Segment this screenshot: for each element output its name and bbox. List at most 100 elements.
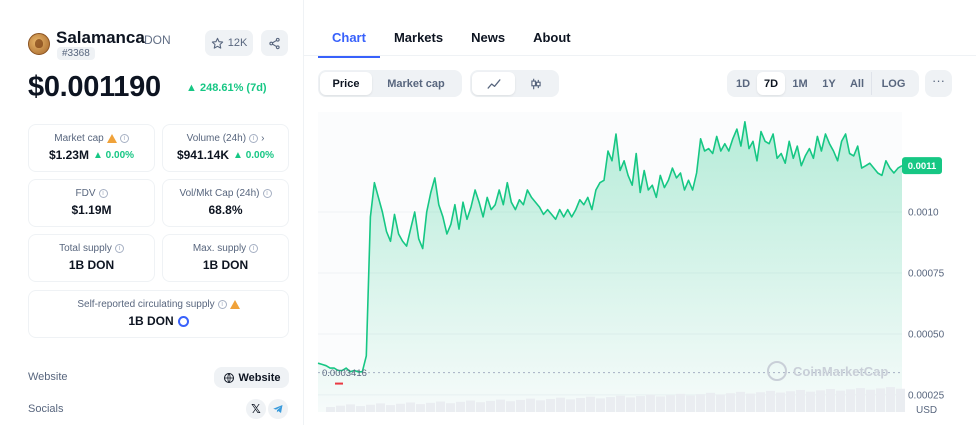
- star-icon: [211, 37, 223, 49]
- current-price: $0.001190: [28, 71, 161, 103]
- volume-bar: [796, 389, 805, 412]
- volume-bar: [786, 391, 795, 412]
- volume-bar: [436, 401, 445, 412]
- info-icon[interactable]: i: [98, 189, 108, 198]
- info-icon[interactable]: i: [114, 244, 124, 253]
- website-button-label: Website: [238, 371, 281, 384]
- info-icon[interactable]: i: [262, 189, 272, 198]
- volume-bar: [406, 402, 415, 412]
- circulating-supply-value: 1B DON: [128, 314, 174, 328]
- share-button[interactable]: [261, 30, 288, 56]
- volume-bar: [396, 403, 405, 412]
- volume-bar: [676, 393, 685, 412]
- volume-bar: [896, 388, 905, 412]
- volume-bar: [576, 398, 585, 412]
- volume-bar: [876, 388, 885, 412]
- total-supply-value: 1B DON: [68, 258, 115, 272]
- volume-bar: [686, 395, 695, 412]
- socials-label: Socials: [28, 403, 64, 415]
- time-range-selector: 1D 7D 1M 1Y All LOG: [727, 70, 919, 97]
- market-cap-value: $1.23M: [48, 148, 89, 162]
- volume-card[interactable]: Volume (24h) i › $941.14K ▲ 0.00%: [162, 124, 289, 172]
- range-7d[interactable]: 7D: [757, 72, 785, 95]
- volume-bar: [346, 404, 355, 412]
- max-supply-value: 1B DON: [202, 258, 249, 272]
- volume-label: Volume (24h): [186, 133, 247, 144]
- line-chart-icon[interactable]: [472, 72, 515, 95]
- circulating-supply-label: Self-reported circulating supply: [77, 299, 215, 310]
- range-1d[interactable]: 1D: [729, 72, 757, 95]
- log-scale-toggle[interactable]: LOG: [871, 72, 915, 95]
- website-button[interactable]: Website: [214, 367, 289, 388]
- volume-bar: [726, 393, 735, 412]
- vol-mkt-cap-card: Vol/Mkt Cap (24h) i 68.8%: [162, 179, 289, 227]
- volume-bar: [376, 403, 385, 412]
- tab-markets[interactable]: Markets: [380, 30, 457, 56]
- volume-value: $941.14K: [176, 148, 229, 162]
- svg-text:0.0011: 0.0011: [908, 161, 937, 172]
- volume-bar: [486, 400, 495, 412]
- x-twitter-icon[interactable]: 𝕏: [246, 399, 266, 419]
- more-options-button[interactable]: ···: [925, 70, 952, 97]
- market-cap-card: Market cap i $1.23M ▲ 0.00%: [28, 124, 155, 172]
- volume-bar: [356, 406, 365, 412]
- price-toggle[interactable]: Price: [320, 72, 372, 95]
- volume-bar: [466, 400, 475, 412]
- share-icon: [269, 37, 280, 49]
- market-cap-toggle[interactable]: Market cap: [372, 72, 460, 95]
- volume-bar: [846, 389, 855, 412]
- max-supply-label: Max. supply: [192, 243, 247, 254]
- volume-bar: [596, 398, 605, 412]
- progress-ring-icon: [177, 315, 189, 327]
- ellipsis-icon: ···: [932, 73, 945, 88]
- fdv-card: FDV i $1.19M: [28, 179, 155, 227]
- volume-bar: [776, 392, 785, 412]
- volume-bar: [856, 388, 865, 412]
- max-supply-card: Max. supply i 1B DON: [162, 234, 289, 282]
- tab-news[interactable]: News: [457, 30, 519, 56]
- volume-bar: [826, 389, 835, 412]
- volume-bar: [326, 407, 335, 412]
- chart-metric-toggle: Price Market cap: [318, 70, 462, 97]
- info-icon[interactable]: i: [249, 134, 259, 143]
- price-chart[interactable]: 0.0010 0.00075 0.00050 0.00025 0.0003416 0.…: [304, 100, 976, 425]
- volume-bar: [566, 399, 575, 412]
- volume-bar: [476, 402, 485, 412]
- y-tick-label: 0.00025: [908, 390, 945, 401]
- coin-name: Salamanca: [56, 28, 145, 47]
- volume-bar: [456, 401, 465, 412]
- market-cap-change: ▲ 0.00%: [92, 149, 135, 161]
- info-icon[interactable]: i: [249, 244, 259, 253]
- tab-chart[interactable]: Chart: [318, 30, 380, 58]
- volume-bar: [616, 395, 625, 412]
- volume-bar: [336, 405, 345, 412]
- fdv-value: $1.19M: [71, 203, 112, 217]
- chevron-right-icon: ›: [261, 133, 265, 144]
- volume-bar: [536, 400, 545, 412]
- total-supply-card: Total supply i 1B DON: [28, 234, 155, 282]
- market-cap-label: Market cap: [54, 133, 104, 144]
- y-axis-ticks: 0.0010 0.00075 0.00050 0.00025: [908, 208, 945, 402]
- tab-about[interactable]: About: [519, 30, 585, 56]
- info-icon[interactable]: i: [119, 134, 129, 143]
- volume-bar: [606, 397, 615, 412]
- range-1m[interactable]: 1M: [785, 72, 815, 95]
- volume-bar: [716, 394, 725, 412]
- info-icon[interactable]: i: [217, 300, 227, 309]
- warning-icon: [229, 300, 240, 309]
- chart-style-toggle: [470, 70, 559, 97]
- volume-bar: [636, 396, 645, 412]
- y-tick-label: 0.0010: [908, 208, 939, 219]
- volume-bar: [496, 399, 505, 412]
- volume-bar: [706, 392, 715, 412]
- range-all[interactable]: All: [843, 72, 871, 95]
- volume-bar: [886, 387, 895, 412]
- range-1y[interactable]: 1Y: [815, 72, 843, 95]
- volume-bar: [756, 392, 765, 412]
- telegram-icon[interactable]: [268, 399, 288, 419]
- volume-bar: [746, 393, 755, 412]
- candlestick-icon[interactable]: [515, 72, 557, 95]
- watchlist-button[interactable]: 12K: [205, 30, 253, 56]
- website-label: Website: [28, 371, 68, 383]
- content-tabs: Chart Markets News About: [318, 30, 585, 58]
